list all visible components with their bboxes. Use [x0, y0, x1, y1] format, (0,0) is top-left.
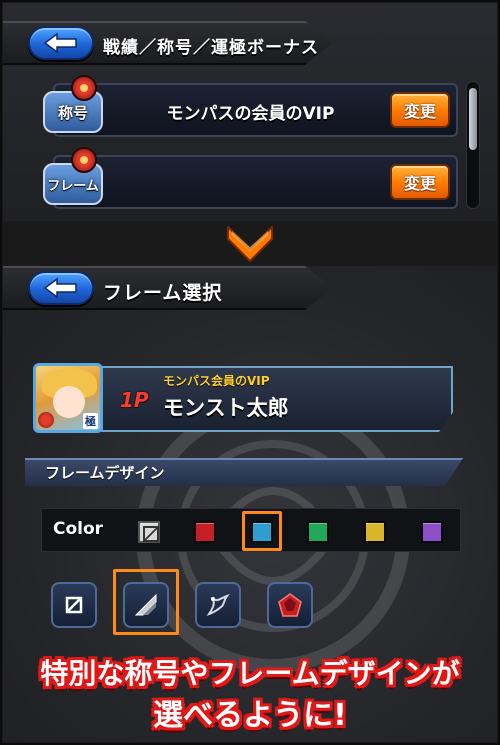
frame-select-panel: フレーム選択 極 1P モンパス会員のVIP モンスト太郎 フレームデザイン C… — [3, 266, 497, 742]
frame-tag-label: フレーム — [47, 178, 99, 194]
square-frame-icon — [65, 596, 83, 614]
corner-frame-icon — [134, 593, 157, 616]
color-swatch-green[interactable] — [307, 521, 329, 543]
monster-ball-icon — [38, 412, 54, 428]
design-red-gem-button[interactable] — [267, 582, 313, 628]
color-swatch-blue[interactable] — [251, 521, 273, 543]
color-swatch-purple[interactable] — [421, 521, 443, 543]
scroll-thumb[interactable] — [469, 88, 477, 150]
color-label: Color — [53, 519, 104, 539]
section-label: フレームデザイン — [45, 464, 165, 482]
color-swatch-red[interactable] — [194, 521, 216, 543]
profile-menu-panel: 戦績／称号／運極ボーナス 称号 モンパスの会員のVIP 変更 フレーム 変更 — [3, 3, 497, 221]
frame-row: フレーム 変更 — [43, 147, 458, 209]
red-gem-frame-icon — [278, 593, 302, 617]
design-corner-button[interactable] — [123, 582, 169, 628]
monster-ball-icon — [71, 147, 97, 173]
design-ornate-button[interactable] — [195, 582, 241, 628]
color-swatch-none[interactable] — [138, 521, 160, 543]
scrollbar[interactable] — [466, 81, 480, 209]
title-tag: 称号 — [43, 75, 103, 133]
ornate-frame-icon — [206, 593, 230, 616]
player-tag: 1P — [120, 388, 149, 412]
change-title-button[interactable]: 変更 — [390, 92, 450, 128]
title-row: 称号 モンパスの会員のVIP 変更 — [43, 75, 458, 137]
design-square-button[interactable] — [51, 582, 97, 628]
player-name: モンスト太郎 — [163, 396, 289, 420]
caption-line1: 特別な称号やフレームデザインが — [40, 657, 460, 690]
avatar: 極 — [33, 363, 103, 433]
back-button[interactable] — [28, 26, 94, 60]
back-button[interactable] — [28, 271, 94, 305]
avatar-rank-badge: 極 — [83, 413, 98, 429]
header-title: 戦績／称号／運極ボーナス — [103, 38, 319, 58]
avatar-face — [53, 386, 85, 418]
frame-tag: フレーム — [43, 147, 103, 205]
monster-ball-icon — [71, 75, 97, 101]
back-arrow-icon — [43, 277, 77, 299]
header-title: フレーム選択 — [103, 282, 223, 304]
color-swatch-yellow[interactable] — [364, 521, 386, 543]
back-arrow-icon — [43, 32, 77, 54]
change-frame-button[interactable]: 変更 — [390, 164, 450, 200]
profile-title: モンパス会員のVIP — [163, 374, 270, 388]
down-arrow-icon — [227, 226, 273, 262]
caption-line2: 選べるように! — [153, 698, 347, 733]
current-title-text: モンパスの会員のVIP — [166, 104, 335, 124]
title-tag-label: 称号 — [57, 103, 88, 122]
